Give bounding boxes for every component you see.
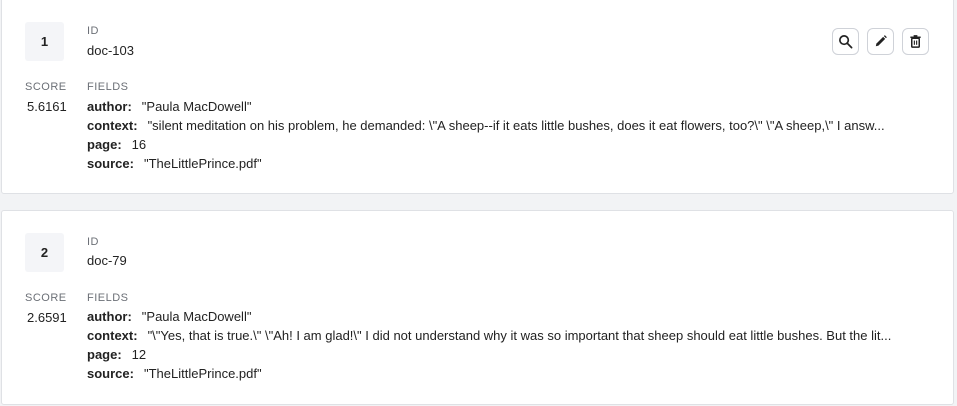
result-card: 1 ID doc-103 SCORE 5.6161 FIELDS author:… xyxy=(1,0,954,194)
field-key: author: xyxy=(87,99,132,114)
doc-id: doc-79 xyxy=(87,253,127,268)
score-label: SCORE xyxy=(25,292,67,304)
fields-list: author: "Paula MacDowell" context: "\"Yes,… xyxy=(87,307,933,383)
field-row: author: "Paula MacDowell" xyxy=(87,307,933,326)
field-value: "TheLittlePrince.pdf" xyxy=(143,366,262,381)
field-key: context: xyxy=(87,118,138,133)
field-value: 12 xyxy=(131,347,147,362)
rank-badge: 1 xyxy=(25,22,64,61)
field-value: 16 xyxy=(131,137,147,152)
delete-button[interactable] xyxy=(902,28,929,55)
id-label: ID xyxy=(87,25,99,37)
row-actions xyxy=(832,28,929,55)
fields-label: FIELDS xyxy=(87,292,129,304)
trash-icon xyxy=(910,35,921,48)
field-row: author: "Paula MacDowell" xyxy=(87,97,933,116)
field-key: page: xyxy=(87,137,122,152)
field-key: source: xyxy=(87,156,134,171)
score-value: 2.6591 xyxy=(27,310,67,325)
field-row: source: "TheLittlePrince.pdf" xyxy=(87,364,933,383)
field-row: context: "\"Yes, that is true.\" \"Ah! I … xyxy=(87,326,933,345)
field-key: page: xyxy=(87,347,122,362)
score-value: 5.6161 xyxy=(27,99,67,114)
field-value: "\"Yes, that is true.\" \"Ah! I am glad!… xyxy=(147,328,892,343)
field-key: author: xyxy=(87,309,132,324)
edit-button[interactable] xyxy=(867,28,894,55)
score-label: SCORE xyxy=(25,81,67,93)
field-value: "TheLittlePrince.pdf" xyxy=(143,156,262,171)
field-value: "Paula MacDowell" xyxy=(141,309,252,324)
doc-id: doc-103 xyxy=(87,43,134,58)
field-row: source: "TheLittlePrince.pdf" xyxy=(87,154,933,173)
field-key: context: xyxy=(87,328,138,343)
pencil-icon xyxy=(875,35,887,47)
search-button[interactable] xyxy=(832,28,859,55)
fields-list: author: "Paula MacDowell" context: "silent… xyxy=(87,97,933,173)
field-value: "Paula MacDowell" xyxy=(141,99,252,114)
rank-badge: 2 xyxy=(25,233,64,272)
field-row: page: 12 xyxy=(87,345,933,364)
field-value: "silent meditation on his problem, he de… xyxy=(147,118,885,133)
search-icon xyxy=(839,35,853,49)
fields-label: FIELDS xyxy=(87,81,129,93)
field-key: source: xyxy=(87,366,134,381)
field-row: context: "silent meditation on his proble… xyxy=(87,116,933,135)
result-card: 2 ID doc-79 SCORE 2.6591 FIELDS author: "… xyxy=(1,210,954,405)
field-row: page: 16 xyxy=(87,135,933,154)
id-label: ID xyxy=(87,236,99,248)
